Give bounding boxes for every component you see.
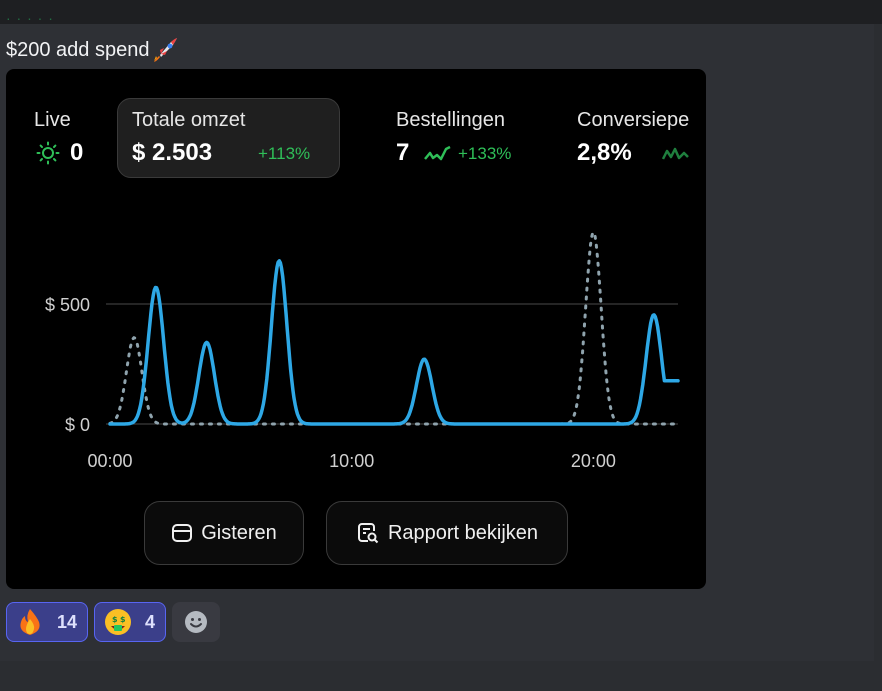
calendar-icon [172, 524, 193, 542]
y-tick-label: $ 500 [45, 295, 90, 315]
chart-series [108, 231, 680, 426]
orders-sparkline-icon [424, 145, 451, 161]
fire-emoji-icon [20, 609, 40, 635]
smiley-icon [185, 611, 208, 633]
live-value: 0 [70, 139, 84, 166]
x-tick-label: 10:00 [329, 451, 374, 471]
money-mouth-emoji-icon: $ $ [105, 609, 132, 635]
x-axis-labels: 00:00 10:00 20:00 [87, 451, 615, 471]
total-revenue-value: $ 2.503 [132, 139, 213, 166]
view-report-button-label: Rapport bekijken [387, 521, 539, 544]
reaction-money-mouth-count: 4 [145, 611, 156, 632]
y-axis-labels: $ 500 $ 0 [45, 295, 90, 435]
yesterday-button-label: Gisteren [201, 521, 277, 544]
conversion-sparkline-icon [662, 147, 689, 160]
total-revenue-label: Totale omzet [132, 109, 246, 131]
view-report-button[interactable]: Rapport bekijken [326, 501, 568, 565]
orders-delta: +133% [458, 144, 512, 163]
total-revenue-delta: +113% [258, 144, 311, 163]
chat-bottom-area [0, 661, 882, 691]
message-text: $200 add spend [6, 39, 150, 61]
reaction-money-mouth[interactable]: $ $ 4 [94, 602, 167, 642]
x-tick-label: 00:00 [87, 451, 132, 471]
reaction-fire[interactable]: 14 [6, 602, 89, 642]
x-tick-label: 20:00 [571, 451, 616, 471]
yesterday-button[interactable]: Gisteren [144, 501, 304, 565]
reaction-bar: 14 $ $ 4 [6, 602, 221, 642]
report-search-icon [357, 523, 379, 544]
live-label: Live [34, 109, 71, 131]
rocket-emoji-icon [154, 38, 178, 62]
chat-message: $200 add spend $ 500 $ 0 00:00 10:00 20:00 … [0, 24, 874, 661]
y-tick-label: $ 0 [65, 415, 90, 435]
live-pulse-icon [36, 141, 60, 165]
conversion-label: Conversiepe [577, 109, 690, 131]
message-body: $200 add spend [6, 36, 179, 64]
add-reaction-button[interactable] [172, 602, 221, 642]
orders-label: Bestellingen [396, 109, 505, 131]
analytics-card: $ 500 $ 0 00:00 10:00 20:00 Live 0 Totale o… [6, 69, 706, 589]
reaction-fire-count: 14 [57, 611, 78, 632]
right-edge [874, 24, 882, 661]
orders-value: 7 [396, 139, 410, 166]
svg-text:$: $ [120, 615, 126, 624]
revenue-series-line [108, 259, 680, 426]
conversion-value: 2,8% [577, 139, 632, 166]
previous-message-edge: · · · · · [0, 0, 882, 26]
svg-text:$: $ [112, 615, 118, 624]
